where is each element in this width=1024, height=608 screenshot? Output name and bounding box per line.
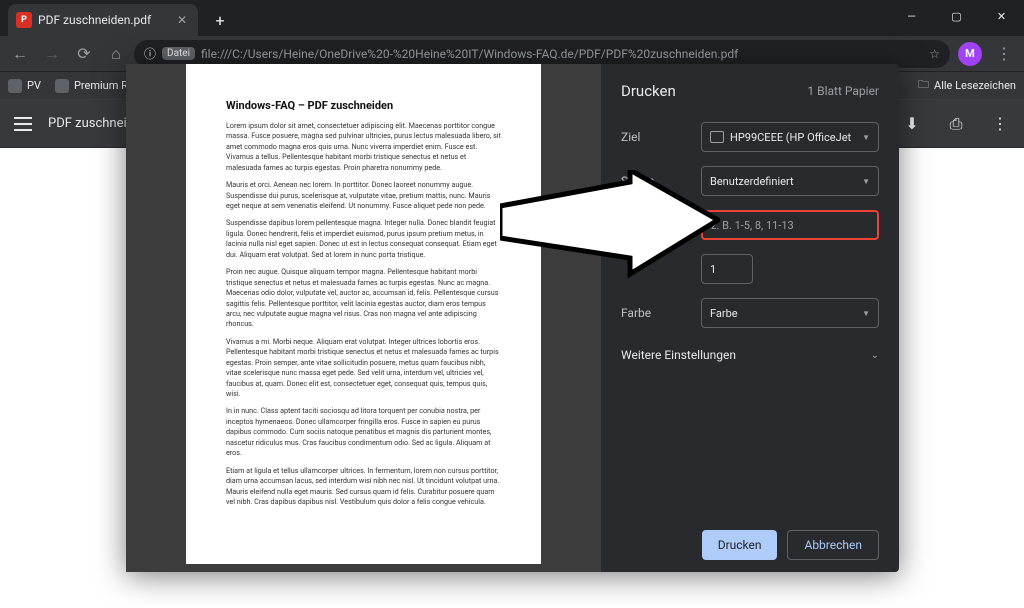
preview-paragraph: Lorem ipsum dolor sit amet, consectetuer… [226, 121, 501, 173]
preview-paragraph: Etiam at ligula et tellus ullamcorper ul… [226, 466, 501, 508]
preview-paragraph: Proin nec augue. Quisque aliquam tempor … [226, 267, 501, 330]
chevron-down-icon: ▼ [862, 309, 870, 318]
destination-select[interactable]: HP99CEEE (HP OfficeJet ▼ [701, 122, 879, 152]
preview-paragraph: Vivamus a mi. Morbi neque. Aliquam erat … [226, 337, 501, 400]
chevron-down-icon: ⌄ [871, 350, 879, 361]
cancel-button[interactable]: Abbrechen [787, 530, 879, 560]
preview-heading: Windows-FAQ – PDF zuschneiden [226, 98, 501, 114]
print-button[interactable]: Drucken [702, 530, 778, 560]
color-select[interactable]: Farbe ▼ [701, 298, 879, 328]
preview-paragraph: Mauris et orci. Aenean nec lorem. In por… [226, 180, 501, 211]
printer-icon [710, 131, 724, 143]
preview-page: Windows-FAQ – PDF zuschneiden Lorem ipsu… [186, 64, 541, 564]
preview-paragraph: Suspendisse dapibus lorem pellentesque m… [226, 218, 501, 260]
label-color: Farbe [621, 306, 691, 320]
print-dialog: Windows-FAQ – PDF zuschneiden Lorem ipsu… [126, 64, 899, 572]
chevron-down-icon: ▼ [862, 133, 870, 142]
preview-paragraph: In in nunc. Class aptent taciti sociosqu… [226, 406, 501, 458]
sheet-count: 1 Blatt Papier [807, 84, 879, 98]
label-pages: Seiten [621, 174, 691, 188]
more-settings-toggle[interactable]: Weitere Einstellungen ⌄ [621, 348, 879, 362]
print-settings-pane: Drucken 1 Blatt Papier Ziel HP99CEEE (HP… [601, 64, 899, 572]
print-preview-pane: Windows-FAQ – PDF zuschneiden Lorem ipsu… [126, 64, 601, 572]
chevron-down-icon: ▼ [862, 177, 870, 186]
print-dialog-title: Drucken [621, 82, 676, 100]
pages-range-input[interactable]: z. B. 1-5, 8, 11-13 [701, 210, 879, 240]
pages-mode-select[interactable]: Benutzerdefiniert ▼ [701, 166, 879, 196]
modal-backdrop: Windows-FAQ – PDF zuschneiden Lorem ipsu… [0, 0, 1024, 608]
copies-input[interactable]: 1 [701, 254, 753, 284]
label-destination: Ziel [621, 130, 691, 144]
